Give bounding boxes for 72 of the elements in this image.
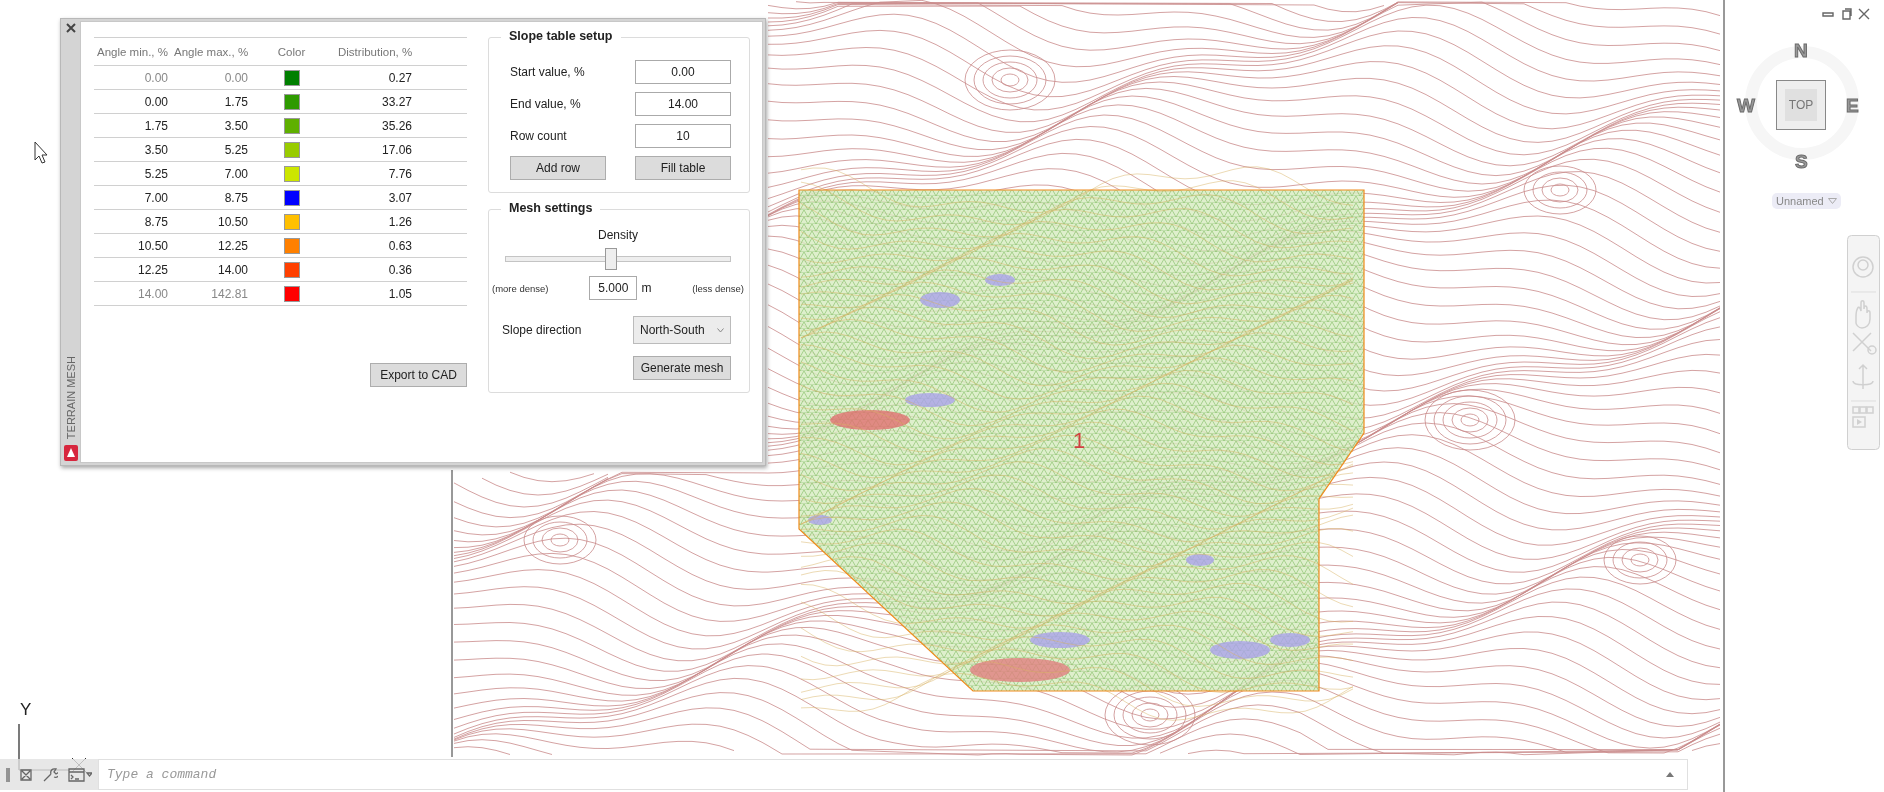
table-cell: 10.50 [171, 210, 251, 234]
table-cell: 7.00 [171, 162, 251, 186]
export-button[interactable]: Export to CAD [370, 363, 467, 387]
table-cell: 0.27 [332, 66, 415, 90]
command-input[interactable]: Type a command [98, 759, 1688, 790]
action-button[interactable]: Add row [510, 156, 606, 180]
table-cell: 8.75 [94, 210, 171, 234]
table-cell: 5.25 [94, 162, 171, 186]
table-cell: 5.25 [171, 138, 251, 162]
input-field[interactable]: 0.00 [635, 60, 731, 84]
slider-thumb[interactable] [605, 248, 618, 270]
generate-button[interactable]: Generate mesh [633, 356, 731, 380]
axis-label: Y [20, 700, 32, 720]
compass-label[interactable]: E [1846, 95, 1859, 117]
table-cell: 14.00 [94, 282, 171, 306]
table-cell: 0.36 [332, 258, 415, 282]
table-cell: 14.00 [171, 258, 251, 282]
field-label: Row count [510, 129, 567, 143]
group-title: Slope table setup [501, 29, 621, 43]
dropdown[interactable]: North-South [633, 316, 731, 344]
slider-max-label: (less dense) [692, 282, 744, 294]
action-button[interactable]: Fill table [635, 156, 731, 180]
slider-min-label: (more dense) [492, 282, 549, 294]
table-cell: 3.07 [332, 186, 415, 210]
table-cell: 7.76 [332, 162, 415, 186]
unit-label: m [641, 281, 652, 295]
table-cell: 17.06 [332, 138, 415, 162]
table-cell: 12.25 [171, 234, 251, 258]
point-label: 1 [1073, 428, 1086, 454]
slider-label: Density [597, 228, 639, 242]
table-cell: 0.00 [94, 66, 171, 90]
close-icon[interactable] [65, 23, 76, 33]
close-icon[interactable] [1858, 8, 1870, 20]
table-cell: 1.26 [332, 210, 415, 234]
table-cell: 0.00 [94, 90, 171, 114]
table-cell: 3.50 [171, 114, 251, 138]
column-header: Distribution, % [332, 38, 415, 66]
table-cell: 12.25 [94, 258, 171, 282]
input-field[interactable]: 10 [635, 124, 731, 148]
caret-icon [1827, 198, 1837, 204]
app-logo-icon [63, 445, 78, 461]
panel-title: TERRAIN MESH [64, 355, 77, 439]
table-cell: 33.27 [332, 90, 415, 114]
table-cell: 8.75 [171, 186, 251, 210]
table-cell: 1.05 [332, 282, 415, 306]
density-slider[interactable] [505, 248, 731, 270]
terminal-icon[interactable] [68, 767, 92, 782]
field-label: Start value, % [510, 65, 585, 79]
column-header: Angle max., % [171, 38, 251, 66]
group-title: Mesh settings [501, 201, 601, 215]
wrench-icon[interactable] [42, 766, 58, 783]
column-header: Angle min., % [94, 38, 171, 66]
table-cell: 1.75 [94, 114, 171, 138]
column-header: Color [251, 38, 332, 66]
table-cell: 35.26 [332, 114, 415, 138]
field-label: Slope direction [502, 323, 582, 337]
table-cell: 0.63 [332, 234, 415, 258]
close-icon[interactable] [20, 768, 32, 781]
table-cell: 142.81 [171, 282, 251, 306]
table-cell: 10.50 [94, 234, 171, 258]
restore-icon[interactable] [1840, 8, 1852, 20]
table-cell: 3.50 [94, 138, 171, 162]
input-field[interactable]: 14.00 [635, 92, 731, 116]
cursor-icon [34, 141, 48, 164]
input-field[interactable]: 5.000 [589, 276, 638, 300]
caret-icon[interactable] [1666, 772, 1674, 777]
grip-icon[interactable] [6, 766, 10, 783]
table-cell: 1.75 [171, 90, 251, 114]
table-cell: 7.00 [94, 186, 171, 210]
caret-icon [717, 327, 724, 333]
table-cell: 0.00 [171, 66, 251, 90]
field-label: End value, % [510, 97, 581, 111]
